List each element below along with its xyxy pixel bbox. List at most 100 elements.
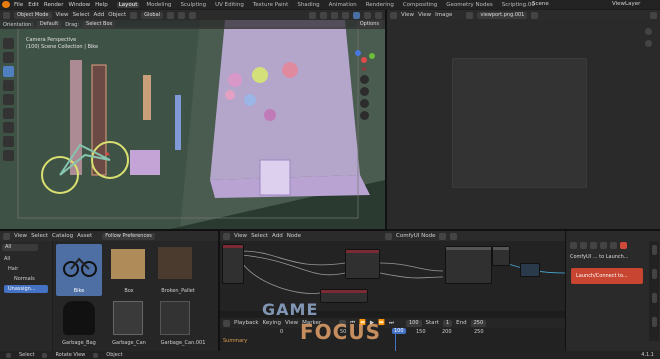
measure-tool-icon[interactable] [3,136,14,147]
node-ksampler[interactable] [445,246,492,284]
orientation-selector[interactable]: Default [36,21,62,28]
node-menu-view[interactable]: View [234,233,247,239]
garbage-can-thumbnail-icon[interactable] [113,301,143,335]
box-thumbnail-icon[interactable] [111,249,145,279]
zoom-icon[interactable] [359,75,369,84]
node-editor-type-icon[interactable] [223,232,230,240]
camera-view-icon[interactable] [359,99,369,108]
tab-texture-paint[interactable]: Texture Paint [251,2,291,8]
catalog-unassigned[interactable]: Unassign... [4,285,48,293]
jump-end-icon[interactable]: ⏭ [389,320,394,327]
mode-selector[interactable]: Object Mode [14,11,52,19]
comfy-settings-icon[interactable] [580,242,587,249]
scale-tool-icon[interactable] [3,94,14,105]
menu-object[interactable]: Object [108,12,126,18]
start-frame-field[interactable]: 1 [442,319,453,327]
pan-icon[interactable] [359,87,369,96]
drag-selector[interactable]: Select Box [83,21,116,28]
axis-gizmo-icon[interactable] [352,48,376,72]
garbage-can-2-thumbnail-icon[interactable] [160,301,190,335]
comfy-refresh-icon[interactable] [570,242,577,249]
rotate-tool-icon[interactable] [3,80,14,91]
timeline-menu-view[interactable]: View [285,320,298,326]
asset-library-selector[interactable]: Follow Preferences [102,232,155,240]
node-menu-node[interactable]: Node [287,233,301,239]
transform-selector[interactable]: Global [141,11,164,19]
view-layer-selector[interactable]: ViewLayer [612,1,640,7]
catalog-hair[interactable]: Hair [0,264,52,274]
move-tool-icon[interactable] [3,66,14,77]
current-frame-field[interactable]: 100 [405,319,422,327]
asset-filter-selector[interactable]: All [2,244,38,251]
transform-tool-icon[interactable] [3,108,14,119]
add-cube-tool-icon[interactable] [3,150,14,161]
image-menu-view[interactable]: View [401,12,414,18]
node-tree-name[interactable]: ComfyUI Node [396,233,435,239]
pallet-thumbnail-icon[interactable] [158,247,192,279]
menu-help[interactable]: Help [95,2,108,8]
tab-animation[interactable]: Animation [327,2,359,8]
asset-menu-asset[interactable]: Asset [77,233,92,239]
blender-logo-icon[interactable] [2,1,10,8]
tab-geometry-nodes[interactable]: Geometry Nodes [444,2,494,8]
perspective-toggle-icon[interactable] [359,111,369,120]
xray-icon[interactable] [342,11,349,19]
menu-edit[interactable]: Edit [28,2,39,8]
node-sampler[interactable] [345,249,380,279]
comfy-camera-icon[interactable] [600,242,607,249]
catalog-all[interactable]: All [0,254,52,264]
close-icon[interactable] [531,11,539,19]
catalog-normals[interactable]: Normals [0,274,52,284]
image-name-field[interactable]: viewport.png.001 [477,11,528,19]
asset-editor-type-icon[interactable] [3,232,10,240]
tab-rendering[interactable]: Rendering [364,2,396,8]
node-menu-select[interactable]: Select [251,233,268,239]
timeline-track[interactable]: 0 50 100 150 200 250 Summary [220,328,565,351]
menu-file[interactable]: File [14,2,23,8]
node-tree-browse-icon[interactable] [439,232,447,240]
shading-material-icon[interactable] [364,11,371,19]
timeline-editor-type-icon[interactable] [223,319,230,327]
pivot-icon[interactable] [167,11,175,19]
overlay-icon[interactable] [331,11,338,19]
menu-add[interactable]: Add [94,12,105,18]
shading-rendered-icon[interactable] [375,11,382,19]
menu-view[interactable]: View [56,12,69,18]
timeline-menu-keying[interactable]: Keying [263,320,281,326]
comfy-folder-icon[interactable] [590,242,597,249]
options-button[interactable]: Options [356,21,382,28]
image-pan-icon[interactable] [645,40,652,47]
node-menu-add[interactable]: Add [272,233,283,239]
asset-menu-catalog[interactable]: Catalog [52,233,73,239]
tab-uv-editing[interactable]: UV Editing [213,2,246,8]
sidebar-tab-tool-icon[interactable] [651,293,657,303]
launch-button[interactable]: Launch/Connect to... [571,268,643,284]
image-browse-icon[interactable] [466,11,474,19]
node-preview[interactable] [520,263,540,277]
transform-orientation-icon[interactable] [130,11,138,19]
tab-compositing[interactable]: Compositing [401,2,439,8]
garbage-bag-thumbnail-icon[interactable] [63,301,95,335]
channels-icon[interactable] [650,11,657,19]
proportional-edit-icon[interactable] [189,11,197,19]
sidebar-tab-node-icon[interactable] [651,269,657,279]
tab-shading[interactable]: Shading [295,2,321,8]
image-menu-image[interactable]: Image [435,12,452,18]
comfy-stop-icon[interactable] [620,242,627,249]
cursor-tool-icon[interactable] [3,52,14,63]
visibility-icon[interactable] [309,11,316,19]
image-zoom-icon[interactable] [645,28,652,35]
scene-selector[interactable]: Scene [532,1,549,7]
menu-select[interactable]: Select [73,12,90,18]
gizmo-icon[interactable] [320,11,327,19]
end-frame-field[interactable]: 250 [470,319,487,327]
tab-sculpting[interactable]: Sculpting [178,2,208,8]
editor-type-icon[interactable] [3,11,10,19]
tab-modeling[interactable]: Modeling [144,2,173,8]
select-tool-icon[interactable] [3,38,14,49]
annotate-tool-icon[interactable] [3,122,14,133]
node-output[interactable] [492,246,510,266]
node-tree-close-icon[interactable] [450,232,458,240]
image-editor-type-icon[interactable] [390,11,397,19]
sidebar-tab-view-icon[interactable] [651,317,657,327]
